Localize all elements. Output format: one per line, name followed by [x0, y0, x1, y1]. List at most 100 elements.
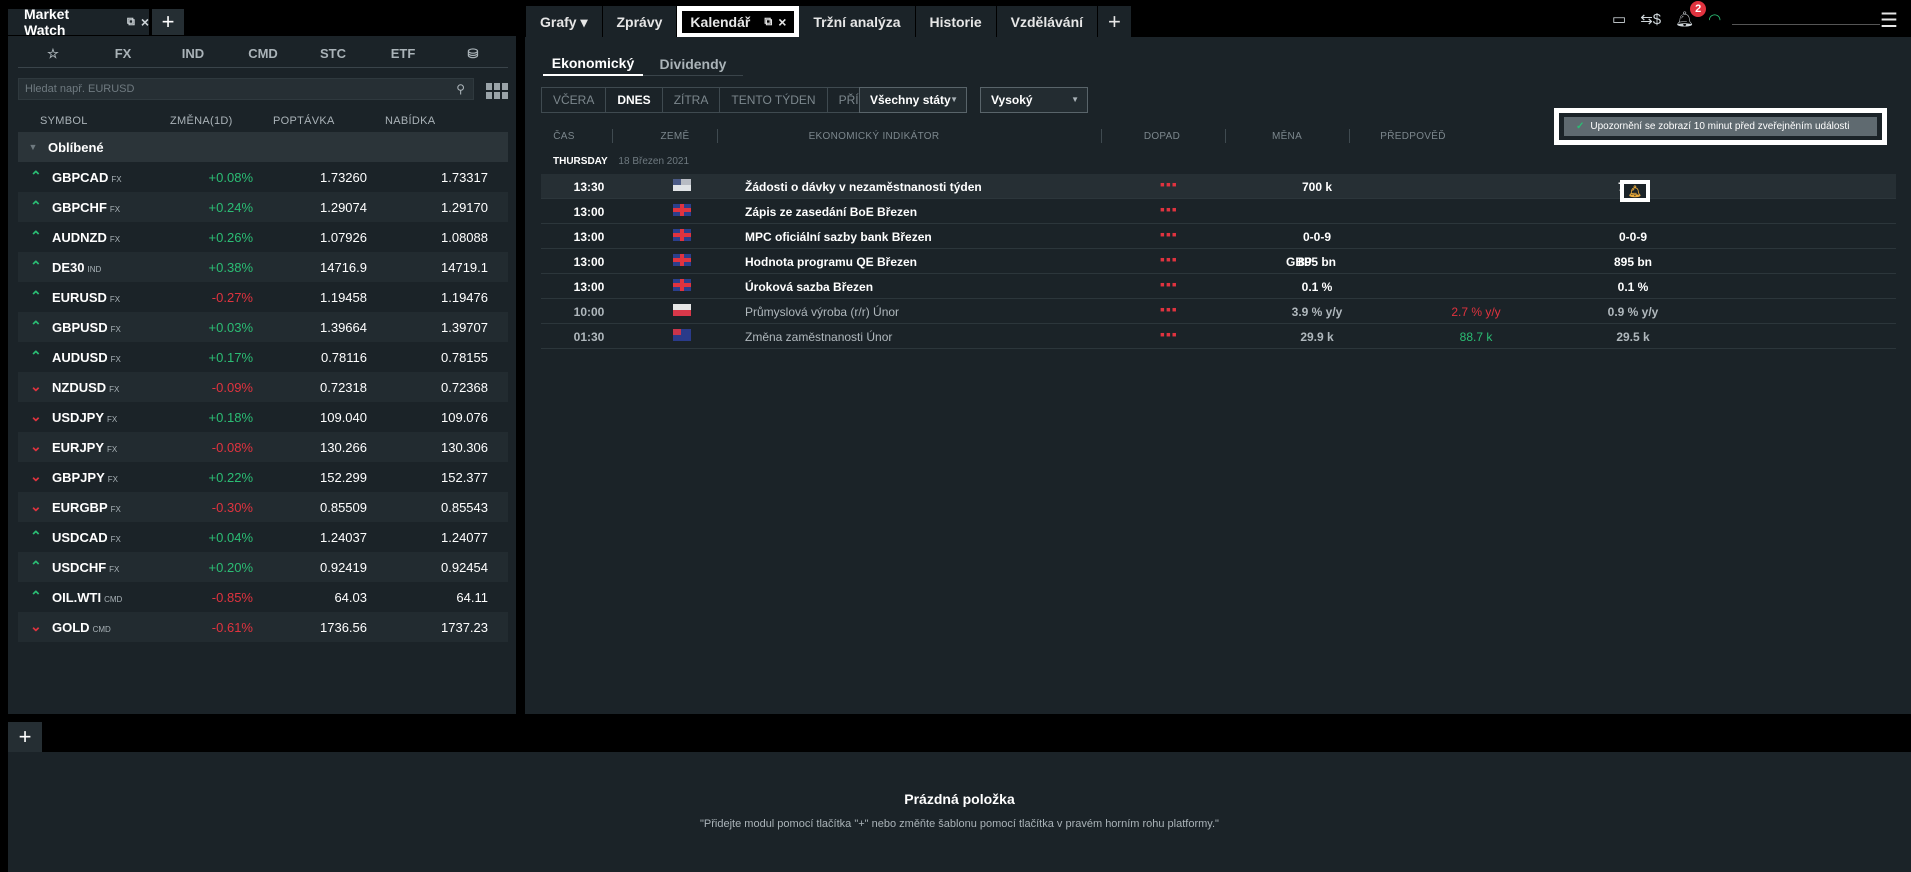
col-time[interactable]: ČAS [553, 131, 574, 142]
collapse-icon[interactable]: ▼ [18, 142, 48, 152]
bid-cell[interactable]: 14716.9 [320, 260, 367, 275]
category-etf[interactable]: ETF [368, 40, 438, 67]
event-indicator[interactable]: Žádosti o dávky v nezaměstnanosti týden [745, 180, 982, 194]
table-row[interactable]: ⌃ DE30 IND +0.38% 14716.9 14719.1 [18, 252, 508, 282]
table-row[interactable]: ⌃ EURUSD FX -0.27% 1.19458 1.19476 [18, 282, 508, 312]
col-ask[interactable]: NABÍDKA [385, 115, 435, 127]
add-module-button[interactable]: + [8, 722, 42, 752]
bid-cell[interactable]: 0.72318 [320, 380, 367, 395]
close-icon[interactable]: × [141, 14, 149, 30]
bid-cell[interactable]: 0.78116 [321, 350, 367, 365]
bell-icon[interactable]: 🔔︎ 2 [1675, 1, 1707, 28]
dollar-transfer-icon[interactable]: ⇆$ [1640, 10, 1661, 28]
col-country[interactable]: ZEMĚ [661, 131, 690, 142]
ask-cell[interactable]: 1737.23 [441, 620, 488, 635]
ask-cell[interactable]: 0.92454 [441, 560, 488, 575]
col-bid[interactable]: POPTÁVKA [273, 115, 335, 127]
table-row[interactable]: ⌃ AUDUSD FX +0.17% 0.78116 0.78155 [18, 342, 508, 372]
add-tab-button[interactable]: + [152, 9, 184, 35]
ask-cell[interactable]: 109.076 [441, 410, 488, 425]
bid-cell[interactable]: 1.07926 [320, 230, 367, 245]
ask-cell[interactable]: 1.24077 [441, 530, 488, 545]
impact-select[interactable]: Vysoký ▼ [980, 87, 1088, 113]
ask-cell[interactable]: 0.72368 [441, 380, 488, 395]
ask-cell[interactable]: 64.11 [456, 590, 488, 605]
event-row[interactable]: 13:00 Úroková sazba Březen ▪▪▪ 0.1 % 0.1 % [541, 274, 1896, 299]
bid-cell[interactable]: 1.19458 [320, 290, 367, 305]
search-input[interactable]: Hledat např. EURUSD ⚲ [18, 78, 474, 100]
ask-cell[interactable]: 1.39707 [441, 320, 488, 335]
subtab-dividends[interactable]: Dividendy [643, 52, 743, 76]
ask-cell[interactable]: 0.78155 [441, 350, 488, 365]
event-row[interactable]: 13:00 MPC oficiální sazby bank Březen ▪▪▪ 0… [541, 224, 1896, 249]
category-stc[interactable]: STC [298, 40, 368, 67]
day-this-week[interactable]: TENTO TÝDEN [720, 88, 828, 112]
col-currency[interactable]: MĚNA [1272, 131, 1302, 142]
col-forecast[interactable]: PŘEDPOVĚĎ [1380, 131, 1446, 142]
bid-cell[interactable]: 1.73260 [320, 170, 367, 185]
event-indicator[interactable]: Změna zaměstnanosti Únor [745, 330, 892, 344]
col-change[interactable]: ZMĚNA(1D) [170, 115, 233, 127]
menu-icon[interactable]: ☰ [1880, 8, 1898, 33]
table-row[interactable]: ⌄ USDJPY FX +0.18% 109.040 109.076 [18, 402, 508, 432]
close-icon[interactable]: × [778, 14, 786, 30]
account-field[interactable] [1732, 24, 1880, 25]
category-fx[interactable]: FX [88, 40, 158, 67]
ask-cell[interactable]: 1.73317 [441, 170, 488, 185]
ask-cell[interactable]: 1.19476 [441, 290, 488, 305]
col-impact[interactable]: DOPAD [1144, 131, 1180, 142]
event-row[interactable]: 13:00 Zápis ze zasedání BoE Březen ▪▪▪ [541, 199, 1896, 224]
bid-cell[interactable]: 1.29074 [320, 200, 367, 215]
table-row[interactable]: ⌃ AUDNZD FX +0.26% 1.07926 1.08088 [18, 222, 508, 252]
table-row[interactable]: ⌃ OIL.WTI CMD -0.85% 64.03 64.11 [18, 582, 508, 612]
bid-cell[interactable]: 109.040 [320, 410, 367, 425]
category-other-icon[interactable]: ⛁ [438, 40, 508, 67]
search-icon[interactable]: ⚲ [456, 82, 465, 96]
window-icon[interactable]: ⧉ [764, 16, 772, 29]
table-row[interactable]: ⌄ GOLD CMD -0.61% 1736.56 1737.23 [18, 612, 508, 642]
table-row[interactable]: ⌃ USDCAD FX +0.04% 1.24037 1.24077 [18, 522, 508, 552]
table-row[interactable]: ⌄ EURGBP FX -0.30% 0.85509 0.85543 [18, 492, 508, 522]
event-indicator[interactable]: Úroková sazba Březen [745, 280, 873, 294]
tab-vzdelavani[interactable]: Vzdělávání [996, 6, 1099, 38]
ask-cell[interactable]: 1.29170 [441, 200, 488, 215]
table-row[interactable]: ⌄ EURJPY FX -0.08% 130.266 130.306 [18, 432, 508, 462]
bid-cell[interactable]: 1.24037 [320, 530, 367, 545]
ask-cell[interactable]: 130.306 [441, 440, 488, 455]
window-icon[interactable]: ⧉ [127, 16, 135, 29]
event-indicator[interactable]: MPC oficiální sazby bank Březen [745, 230, 932, 244]
bid-cell[interactable]: 0.85509 [320, 500, 367, 515]
add-tab-button[interactable]: + [1098, 6, 1132, 38]
day-today[interactable]: DNES [606, 88, 663, 112]
event-row[interactable]: 01:30 Změna zaměstnanosti Únor ▪▪▪ 29.9 k 88… [541, 324, 1896, 349]
tab-kalendar[interactable]: Kalendář ⧉ × [677, 6, 800, 38]
table-row[interactable]: ⌄ NZDUSD FX -0.09% 0.72318 0.72368 [18, 372, 508, 402]
table-row[interactable]: ⌃ USDCHF FX +0.20% 0.92419 0.92454 [18, 552, 508, 582]
bid-cell[interactable]: 1.39664 [320, 320, 367, 335]
day-yesterday[interactable]: VČERA [542, 88, 607, 112]
category-cmd[interactable]: CMD [228, 40, 298, 67]
event-row[interactable]: 10:00 Průmyslová výroba (r/r) Únor ▪▪▪ 3.9 … [541, 299, 1896, 324]
event-row[interactable]: 13:00 Hodnota programu QE Březen ▪▪▪ GBP 895… [541, 249, 1896, 274]
subtab-economic[interactable]: Ekonomický [543, 52, 643, 76]
ask-cell[interactable]: 1.08088 [441, 230, 488, 245]
day-tomorrow[interactable]: ZÍTRA [663, 88, 721, 112]
market-watch-tab[interactable]: Market Watch ⧉ × [8, 6, 149, 38]
table-row[interactable]: ⌄ GBPJPY FX +0.22% 152.299 152.377 [18, 462, 508, 492]
bid-cell[interactable]: 64.03 [334, 590, 367, 605]
bid-cell[interactable]: 0.92419 [320, 560, 367, 575]
event-indicator[interactable]: Průmyslová výroba (r/r) Únor [745, 305, 899, 319]
favorites-group[interactable]: ▼ Oblíbené [18, 132, 508, 162]
tab-zpravy[interactable]: Zprávy [602, 6, 678, 38]
table-row[interactable]: ⌃ GBPCHF FX +0.24% 1.29074 1.29170 [18, 192, 508, 222]
table-row[interactable]: ⌃ GBPUSD FX +0.03% 1.39664 1.39707 [18, 312, 508, 342]
category-ind[interactable]: IND [158, 40, 228, 67]
tab-grafy[interactable]: Grafy ▾ [526, 6, 603, 38]
table-row[interactable]: ⌃ GBPCAD FX +0.08% 1.73260 1.73317 [18, 162, 508, 192]
bid-cell[interactable]: 152.299 [320, 470, 367, 485]
col-indicator[interactable]: EKONOMICKÝ INDIKÁTOR [809, 131, 940, 142]
ask-cell[interactable]: 152.377 [441, 470, 488, 485]
tab-historie[interactable]: Historie [915, 6, 997, 38]
event-row[interactable]: 13:30 Žádosti o dávky v nezaměstnanosti t… [541, 174, 1896, 202]
ask-cell[interactable]: 0.85543 [441, 500, 488, 515]
